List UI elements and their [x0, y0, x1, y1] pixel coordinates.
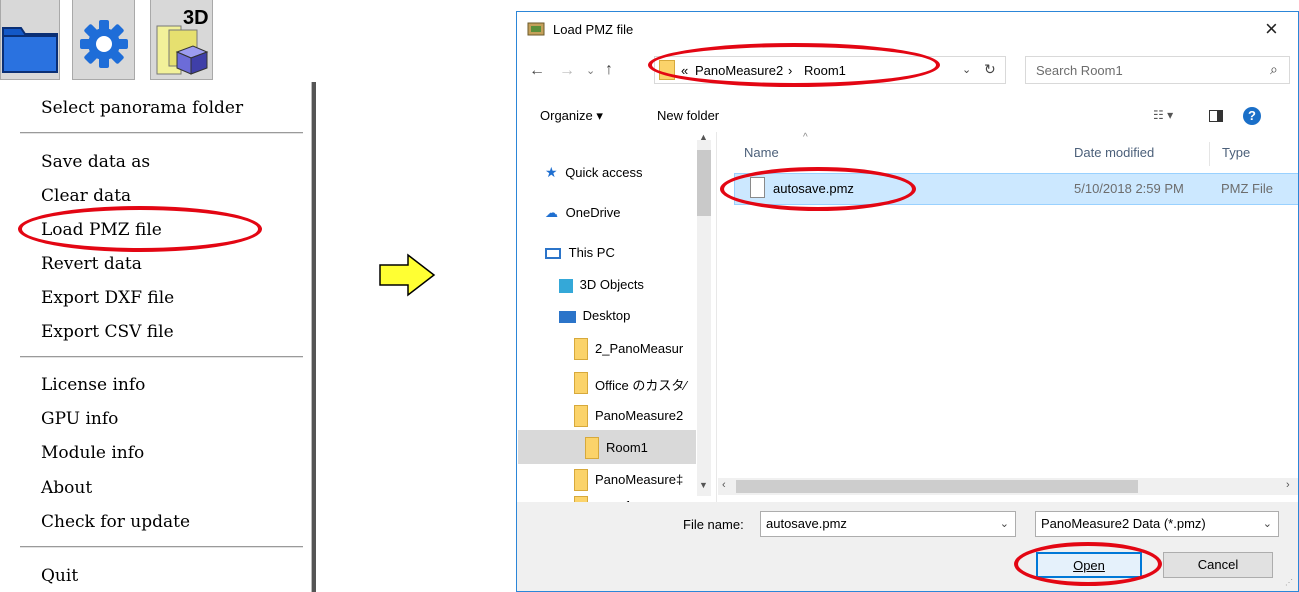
star-icon: ★: [545, 164, 558, 180]
file-name-label: File name:: [683, 517, 744, 532]
column-divider: [1209, 142, 1210, 166]
nav-scroll-down-icon[interactable]: ▼: [699, 480, 708, 490]
search-icon: ⌕: [1270, 61, 1278, 77]
menu-item-module-info[interactable]: Module info: [41, 443, 144, 463]
column-header-type[interactable]: Type: [1222, 145, 1250, 160]
cloud-icon: ☁: [545, 205, 558, 220]
nav-folder-office[interactable]: Office のカスタ⁄: [595, 375, 697, 394]
address-dropdown-chevron-icon[interactable]: ⌄: [962, 63, 971, 76]
file-type-filter: PanoMeasure2 Data (*.pmz): [1041, 516, 1206, 531]
file-type: PMZ File: [1221, 181, 1273, 196]
nav-quick-access[interactable]: ★ Quick access: [545, 164, 643, 181]
menu-item-export-dxf-file[interactable]: Export DXF file: [41, 288, 174, 308]
file-list-hscrollbar[interactable]: ‹ ›: [718, 478, 1298, 495]
close-icon[interactable]: ×: [1265, 16, 1278, 42]
nav-folder-panomeasure2[interactable]: PanoMeasure2: [595, 408, 697, 423]
menu-item-revert-data[interactable]: Revert data: [41, 254, 142, 274]
up-arrow-icon[interactable]: ↑: [605, 61, 613, 79]
highlight-ellipse: [1014, 542, 1162, 586]
scroll-left-icon[interactable]: ‹: [722, 479, 726, 491]
desktop-icon: [559, 310, 576, 323]
file-name-value: autosave.pmz: [766, 516, 847, 531]
file-type-chevron-icon[interactable]: ⌄: [1263, 512, 1272, 536]
3d-view-button[interactable]: 3D: [150, 0, 213, 80]
nav-3d-objects-label: 3D Objects: [579, 277, 644, 292]
folder-icon: [574, 338, 588, 360]
menu-separator: [20, 356, 303, 358]
load-pmz-dialog: Load PMZ file × ← → ⌄ ↑ « PanoMeasure2 ›…: [516, 11, 1299, 592]
nav-this-pc-label: This PC: [568, 245, 615, 260]
menu-item-about[interactable]: About: [41, 478, 92, 498]
folder-icon: [585, 437, 599, 459]
back-arrow-icon[interactable]: ←: [529, 62, 545, 80]
highlight-ellipse: [648, 43, 940, 87]
forward-arrow-icon[interactable]: →: [559, 62, 575, 80]
help-icon[interactable]: ?: [1243, 107, 1261, 125]
preview-pane-icon[interactable]: [1209, 110, 1223, 122]
right-arrow-icon: [379, 253, 436, 297]
dialog-app-icon: [527, 22, 545, 36]
nav-desktop[interactable]: Desktop: [559, 308, 630, 323]
gear-icon: [80, 20, 128, 68]
highlight-ellipse: [18, 206, 262, 252]
nav-folder-panomeasure-jp[interactable]: PanoMeasure‡: [595, 472, 697, 487]
cube-icon: [559, 278, 573, 293]
open-folder-button[interactable]: [0, 0, 60, 80]
resize-grip-icon[interactable]: ⋰: [1285, 578, 1293, 587]
view-options-icon[interactable]: ☷ ▾: [1153, 108, 1173, 122]
folder-icon: [574, 405, 588, 427]
recent-locations-chevron-icon[interactable]: ⌄: [586, 64, 595, 77]
file-menu: Select panorama folder Save data as Clea…: [0, 82, 316, 592]
nav-scrollbar[interactable]: [697, 140, 711, 496]
menu-item-license-info[interactable]: License info: [41, 375, 145, 395]
organize-button[interactable]: Organize ▾: [540, 108, 603, 124]
menu-item-clear-data[interactable]: Clear data: [41, 186, 131, 206]
nav-folder-2-panomeasur[interactable]: 2_PanoMeasur: [595, 341, 683, 356]
menu-separator: [20, 546, 303, 548]
highlight-ellipse: [720, 167, 916, 211]
folder-icon: [574, 469, 588, 491]
refresh-icon[interactable]: ↻: [984, 61, 996, 78]
menu-item-save-data-as[interactable]: Save data as: [41, 152, 150, 172]
menu-separator: [20, 132, 303, 134]
dialog-title: Load PMZ file: [553, 22, 634, 37]
column-header-date[interactable]: Date modified: [1074, 145, 1154, 160]
nav-onedrive-label: OneDrive: [565, 205, 621, 220]
hscrollbar-thumb[interactable]: [736, 480, 1138, 493]
nav-desktop-label: Desktop: [582, 308, 631, 323]
nav-quick-access-label: Quick access: [565, 165, 643, 180]
menu-item-select-panorama-folder[interactable]: Select panorama folder: [41, 98, 243, 118]
3d-badge-text: 3D: [183, 7, 209, 29]
new-folder-button[interactable]: New folder: [657, 108, 719, 123]
file-type-select[interactable]: PanoMeasure2 Data (*.pmz) ⌄: [1035, 511, 1279, 537]
cancel-button[interactable]: Cancel: [1163, 552, 1273, 578]
nav-onedrive[interactable]: ☁ OneDrive: [545, 205, 621, 221]
computer-icon: [545, 248, 561, 260]
scroll-right-icon[interactable]: ›: [1286, 479, 1290, 491]
nav-3d-objects[interactable]: 3D Objects: [559, 277, 644, 293]
file-date: 5/10/2018 2:59 PM: [1074, 181, 1184, 196]
nav-scroll-up-icon[interactable]: ▲: [699, 132, 708, 142]
menu-item-gpu-info[interactable]: GPU info: [41, 409, 118, 429]
settings-button[interactable]: [72, 0, 135, 80]
nav-folder-room1[interactable]: Room1: [606, 440, 648, 455]
nav-this-pc[interactable]: This PC: [545, 245, 615, 260]
column-header-name[interactable]: Name: [744, 145, 779, 160]
command-bar: Organize ▾ New folder ☷ ▾ ?: [517, 100, 1298, 130]
folder-icon: [2, 27, 58, 73]
search-box[interactable]: Search Room1 ⌕: [1025, 56, 1290, 84]
file-name-chevron-icon[interactable]: ⌄: [1000, 512, 1009, 536]
search-input[interactable]: Search Room1: [1036, 63, 1123, 78]
file-name-input[interactable]: autosave.pmz ⌄: [760, 511, 1016, 537]
nav-scrollbar-thumb[interactable]: [697, 150, 711, 216]
menu-item-quit[interactable]: Quit: [41, 566, 78, 586]
3d-view-icon: 3D: [156, 7, 209, 75]
dialog-footer: File name: autosave.pmz ⌄ PanoMeasure2 D…: [517, 502, 1298, 591]
menu-item-check-for-update[interactable]: Check for update: [41, 512, 190, 532]
navigation-pane: ▲ ▼ ★ Quick access ☁ OneDrive This PC 3D…: [517, 132, 717, 504]
folder-icon: [574, 372, 588, 394]
sort-ascending-icon: ^: [803, 132, 808, 143]
menu-item-export-csv-file[interactable]: Export CSV file: [41, 322, 174, 342]
